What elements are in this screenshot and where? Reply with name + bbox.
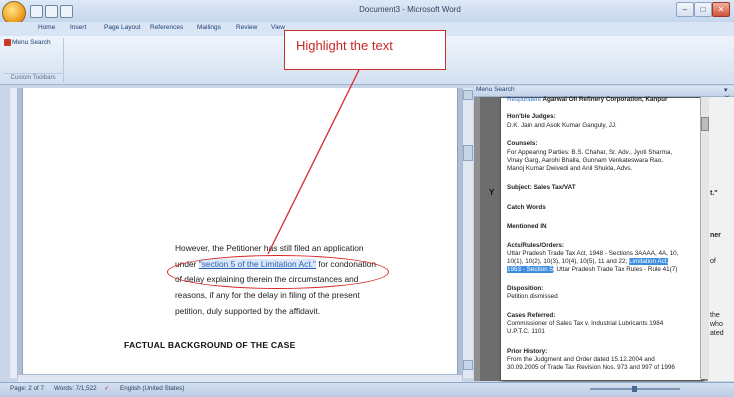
- pane-title: Menu Search: [476, 86, 515, 93]
- section-heading[interactable]: FACTUAL BACKGROUND OF THE CASE: [124, 340, 296, 350]
- acts-text-part: 10(1), 10(2), 10(3), 10(4), 10(5), 11 an…: [507, 258, 630, 265]
- background-fragment: who: [710, 321, 723, 328]
- popup-line: Respondent Agarwal Oil Refinery Corporat…: [507, 96, 667, 103]
- background-fragment: ated: [710, 330, 724, 337]
- redo-icon[interactable]: [60, 5, 73, 18]
- selected-text[interactable]: 1963 - Section 5: [507, 266, 553, 273]
- popup-scroll-thumb[interactable]: [701, 117, 709, 131]
- tab-references[interactable]: References: [150, 24, 183, 31]
- party-link[interactable]: Respondent: [507, 96, 541, 103]
- cases-text: Commissioner of Sales Tax v. Industrial …: [507, 320, 664, 327]
- background-fragment: the: [710, 312, 720, 319]
- prior-history-label: Prior History:: [507, 348, 548, 355]
- selected-text[interactable]: Limitation Act,: [629, 258, 669, 265]
- pane-left-shade: [480, 97, 500, 381]
- counsels-text: Manoj Kumar Dwivedi and Anil Shukla, Adv…: [507, 165, 633, 172]
- counsels-label: Counsels:: [507, 140, 538, 147]
- popup-scrollbar[interactable]: [700, 97, 709, 379]
- language-indicator[interactable]: English (United States): [120, 385, 184, 392]
- judges-label: Hon'ble Judges:: [507, 113, 556, 120]
- cases-label: Cases Referred:: [507, 312, 556, 319]
- cases-text: U.P.T.C. 1101: [507, 328, 545, 335]
- acts-text: Uttar Pradesh Trade Tax Act, 1948 - Sect…: [507, 250, 679, 257]
- prior-history-text: From the Judgment and Order dated 15.12.…: [507, 356, 655, 363]
- ribbon-group-label: Custom Toolbars: [4, 73, 62, 81]
- scroll-up-button[interactable]: [463, 90, 473, 100]
- vertical-scrollbar[interactable]: [462, 88, 473, 378]
- tab-insert[interactable]: Insert: [70, 24, 86, 31]
- ribbon-group-divider: [63, 38, 64, 82]
- background-fragment: t.": [710, 190, 718, 197]
- word-count[interactable]: Words: 7/1,522: [54, 385, 97, 392]
- counsels-text: For Appearing Parties: B.S. Chahar, Sr. …: [507, 149, 673, 156]
- disposition-label: Disposition:: [507, 285, 544, 292]
- menu-search-button[interactable]: Menu Search: [12, 39, 51, 46]
- catch-words-label: Catch Words: [507, 204, 546, 211]
- subject-label: Subject: Sales Tax/VAT: [507, 184, 576, 191]
- mentioned-in-label: Mentioned IN: [507, 223, 547, 230]
- tab-review[interactable]: Review: [236, 24, 257, 31]
- background-fragment: ner: [710, 232, 721, 239]
- background-fragment: of: [710, 258, 716, 265]
- vertical-ruler: [10, 88, 18, 378]
- save-icon[interactable]: [30, 5, 43, 18]
- maximize-button[interactable]: □: [694, 2, 712, 17]
- acts-text: 1963 - Section 5; Uttar Pradesh Trade Ta…: [507, 266, 677, 273]
- paragraph-line[interactable]: petition, duly supported by the affidavi…: [175, 306, 320, 316]
- page-count[interactable]: Page: 2 of 7: [10, 385, 44, 392]
- acts-text-part: ; Uttar Pradesh Trade Tax Rules - Rule 4…: [552, 266, 678, 273]
- disposition-text: Petition dismissed: [507, 293, 558, 300]
- party-name: Agarwal Oil Refinery Corporation, Kanpur: [540, 96, 668, 103]
- zoom-slider[interactable]: [590, 386, 680, 392]
- proofing-icon[interactable]: ✓: [104, 385, 109, 392]
- background-document-strip: [708, 97, 734, 381]
- acts-text: 10(1), 10(2), 10(3), 10(4), 10(5), 11 an…: [507, 258, 669, 265]
- prior-history-text: 30.09.2005 of Trade Tax Revision Nos. 97…: [507, 364, 675, 371]
- document-page[interactable]: [22, 88, 458, 378]
- background-fragment: Y: [489, 188, 495, 197]
- scroll-down-button[interactable]: [463, 360, 473, 370]
- undo-icon[interactable]: [45, 5, 58, 18]
- paragraph-line[interactable]: However, the Petitioner has still filed …: [175, 243, 364, 253]
- highlight-ellipse: [167, 255, 389, 289]
- paragraph-line[interactable]: reasons, if any for the delay in filing …: [175, 290, 360, 300]
- tab-home[interactable]: Home: [38, 24, 55, 31]
- close-button[interactable]: ✕: [712, 2, 730, 17]
- counsels-text: Vinay Garg, Aarohi Bhalla, Gunnam Venkat…: [507, 157, 663, 164]
- acts-label: Acts/Rules/Orders:: [507, 242, 565, 249]
- scrollbar-thumb[interactable]: [463, 145, 473, 161]
- judges-text: D.K. Jain and Asok Kumar Ganguly, JJ.: [507, 122, 617, 129]
- minimize-button[interactable]: –: [676, 2, 694, 17]
- tab-view[interactable]: View: [271, 24, 285, 31]
- tab-mailings[interactable]: Mailings: [197, 24, 221, 31]
- tab-page-layout[interactable]: Page Layout: [104, 24, 141, 31]
- window-title: Document3 - Microsoft Word: [359, 5, 461, 14]
- callout-text: Highlight the text: [296, 38, 393, 53]
- menu-search-icon: [4, 39, 11, 46]
